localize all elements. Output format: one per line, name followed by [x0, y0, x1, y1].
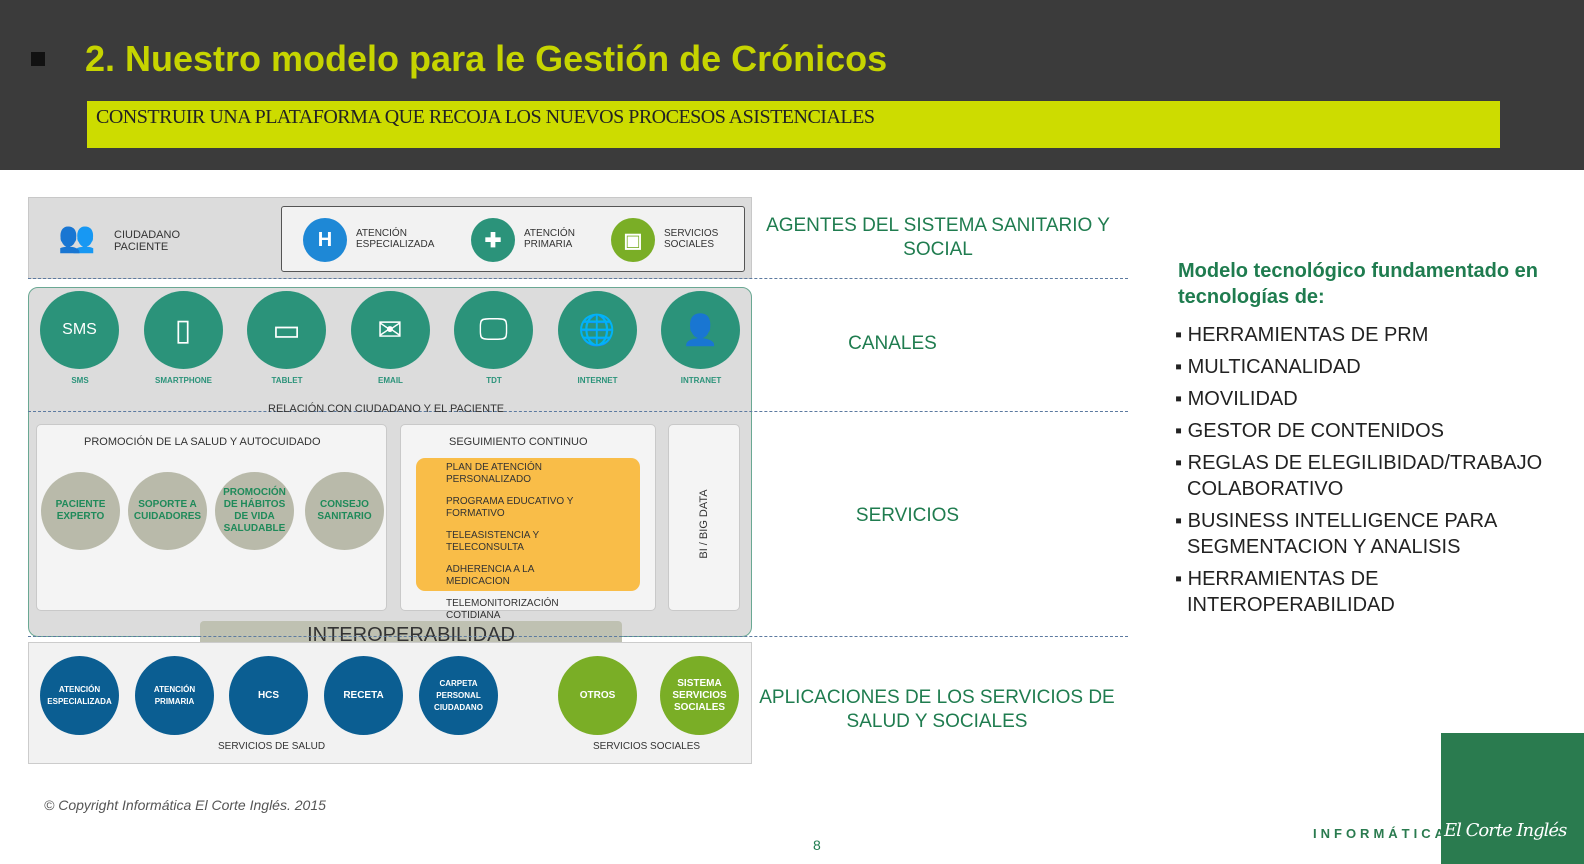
- followup-list: PLAN DE ATENCIÓN PERSONALIZADO PROGRAMA E…: [416, 458, 640, 621]
- health-app: RECETA: [324, 656, 403, 735]
- channel-label: TABLET: [271, 376, 303, 385]
- channel-label: TDT: [486, 376, 502, 385]
- followup-item: TELEMONITORIZACIÓN COTIDIANA: [446, 598, 559, 621]
- smartphone-icon: ▯: [143, 291, 223, 369]
- social-services-label: SERVICIOS SOCIALES: [593, 741, 701, 752]
- agent-label: ATENCIÓN PRIMARIA: [524, 228, 575, 250]
- tablet-icon: ▭: [247, 291, 326, 369]
- tech-item: ▪ MOVILIDAD: [1175, 388, 1298, 410]
- page-title: 2. Nuestro modelo para le Gestión de Cró…: [85, 38, 888, 79]
- channel-label: SMS: [71, 376, 89, 385]
- tv-icon: 🖵: [454, 291, 533, 369]
- logo-informatica: INFORMÁTICA: [1313, 826, 1448, 841]
- tech-item: ▪ GESTOR DE CONTENIDOS: [1175, 420, 1444, 442]
- logo-brand: El Corte Inglés: [1444, 820, 1567, 841]
- followup-item: PLAN DE ATENCIÓN PERSONALIZADO: [446, 462, 542, 485]
- followup-item: TELEASISTENCIA Y TELECONSULTA: [446, 530, 540, 553]
- health-app: HCS: [229, 656, 308, 735]
- social-services-icon: ▣: [611, 218, 655, 262]
- globe-icon: 🌐: [557, 291, 637, 369]
- page-number: 8: [813, 837, 821, 853]
- health-services-label: SERVICIOS DE SALUD: [218, 741, 326, 752]
- copyright: © Copyright Informática El Corte Inglés.…: [44, 797, 326, 813]
- tech-item: ▪ REGLAS DE ELEGILIBIDAD/TRABAJO COLABOR…: [1175, 452, 1543, 500]
- agents-side-label: AGENTES DEL SISTEMA SANITARIO Y SOCIAL: [766, 215, 1110, 260]
- bullet-square-icon: [31, 52, 45, 66]
- tech-list: ▪ HERRAMIENTAS DE PRM ▪ MULTICANALIDAD ▪ M…: [1175, 322, 1575, 624]
- promotion-item: SOPORTE A CUIDADORES: [128, 472, 207, 550]
- channel-label: SMARTPHONE: [155, 376, 212, 385]
- channels-side-label: CANALES: [848, 333, 937, 354]
- social-app: OTROS: [558, 656, 637, 735]
- medical-kit-icon: ✚: [471, 218, 515, 262]
- channel-label: INTRANET: [680, 376, 722, 385]
- promotion-title: PROMOCIÓN DE LA SALUD Y AUTOCUIDADO: [84, 436, 321, 448]
- promotion-item: PACIENTE EXPERTO: [41, 472, 120, 550]
- page-subtitle: CONSTRUIR UNA PLATAFORMA QUE RECOJA LOS …: [96, 106, 875, 128]
- channel-label: INTERNET: [577, 376, 618, 385]
- agent-label: SERVICIOS SOCIALES: [664, 228, 719, 250]
- citizen-label: CIUDADANO PACIENTE: [114, 229, 181, 253]
- health-app: ATENCIÓN ESPECIALIZADA: [40, 656, 119, 735]
- tech-item: ▪ MULTICANALIDAD: [1175, 356, 1361, 378]
- followup-item: ADHERENCIA A LA MEDICACION: [446, 564, 534, 587]
- email-icon: ✉: [350, 291, 430, 369]
- health-app: CARPETA PERSONAL CIUDADANO: [419, 656, 498, 735]
- followup-item: PROGRAMA EDUCATIVO Y FORMATIVO: [446, 496, 574, 519]
- people-group-icon: 👥: [58, 221, 96, 254]
- tech-item: ▪ BUSINESS INTELLIGENCE PARA SEGMENTACIO…: [1175, 510, 1497, 558]
- apps-side-label: APLICACIONES DE LOS SERVICIOS DE SALUD Y…: [759, 687, 1115, 732]
- agent-label: ATENCIÓN ESPECIALIZADA: [356, 228, 435, 250]
- sms-icon: SMS: [40, 291, 119, 369]
- tech-item: ▪ HERRAMIENTAS DE INTEROPERABILIDAD: [1175, 568, 1395, 616]
- bi-label: BI / BIG DATA: [698, 489, 710, 559]
- services-side-label: SERVICIOS: [855, 505, 960, 526]
- relation-label: RELACIÓN CON CIUDADANO Y EL PACIENTE: [268, 403, 505, 415]
- logo-block: [1441, 733, 1584, 864]
- promotion-item: CONSEJO SANITARIO: [305, 472, 384, 550]
- social-app: SISTEMA SERVICIOS SOCIALES: [660, 656, 739, 735]
- tech-heading: Modelo tecnológico fundamentado en tecno…: [1178, 260, 1538, 308]
- health-app: ATENCIÓN PRIMARIA: [135, 656, 214, 735]
- channel-label: EMAIL: [378, 376, 403, 385]
- promotion-item: PROMOCIÓN DE HÁBITOS DE VIDA SALUDABLE: [215, 472, 294, 550]
- followup-title: SEGUIMIENTO CONTINUO: [449, 436, 588, 448]
- tech-item: ▪ HERRAMIENTAS DE PRM: [1175, 324, 1429, 346]
- hospital-icon: H: [303, 218, 347, 262]
- intranet-icon: 👤: [661, 291, 740, 369]
